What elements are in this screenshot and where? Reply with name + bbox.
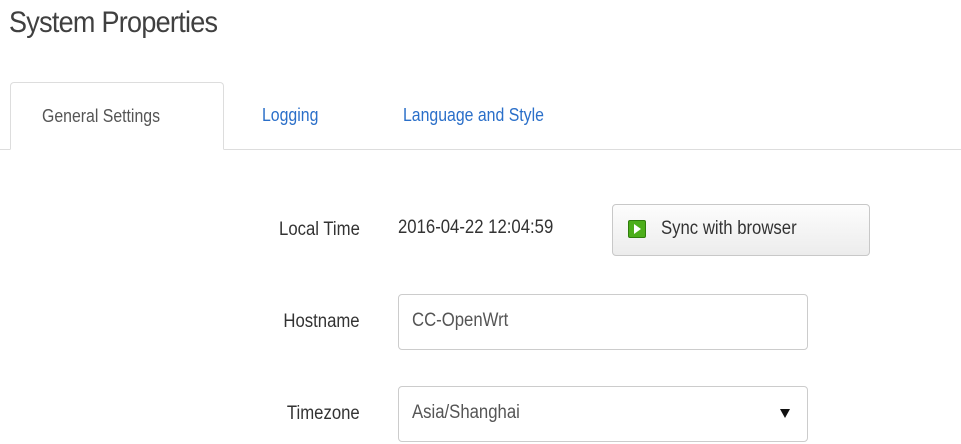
timezone-label: Timezone	[287, 403, 360, 424]
hostname-label: Hostname	[283, 311, 360, 332]
tab-language-and-style[interactable]: Language and Style	[403, 82, 563, 150]
tab-bar: General Settings Logging Language and St…	[0, 82, 961, 152]
tab-logging[interactable]: Logging	[262, 82, 326, 150]
page-title: System Properties	[9, 6, 218, 39]
local-time-value: 2016-04-22 12:04:59	[398, 217, 554, 238]
sync-with-browser-button[interactable]: Sync with browser	[612, 204, 870, 256]
hostname-input[interactable]: CC-OpenWrt	[398, 294, 808, 350]
system-properties-page: System Properties General Settings Loggi…	[0, 0, 961, 444]
chevron-down-icon	[780, 409, 790, 418]
tab-general-settings-label: General Settings	[42, 106, 160, 126]
tab-logging-label: Logging	[262, 105, 319, 125]
timezone-select[interactable]: Asia/Shanghai	[398, 386, 808, 442]
local-time-label: Local Time	[279, 219, 360, 240]
tab-general-settings[interactable]: General Settings	[10, 82, 224, 150]
timezone-selected-value: Asia/Shanghai	[412, 402, 520, 423]
hostname-input-value: CC-OpenWrt	[412, 310, 509, 331]
play-icon	[628, 220, 646, 238]
tab-language-and-style-label: Language and Style	[403, 105, 544, 125]
sync-with-browser-label: Sync with browser	[661, 218, 797, 239]
